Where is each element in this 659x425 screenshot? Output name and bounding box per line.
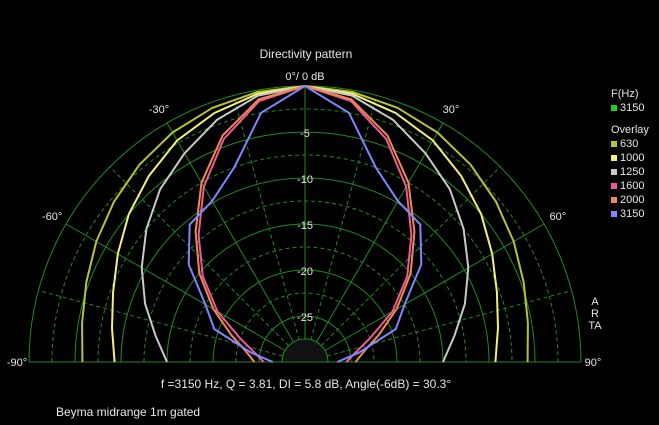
legend-current-3150: 3150: [611, 101, 649, 115]
angle-tick-label: -60°: [42, 211, 62, 223]
legend-overlay-630: 630: [611, 137, 649, 151]
angle-tick-label: -90°: [7, 357, 27, 369]
grid-center-cap: [281, 338, 329, 363]
legend-current-title: F(Hz): [611, 88, 639, 100]
legend-overlay-1250: 1250: [611, 165, 649, 179]
legend-label: 1600: [620, 180, 645, 192]
legend-overlay-3150: 3150: [611, 207, 649, 221]
legend-swatch: [611, 183, 617, 189]
angle-tick-label: 30°: [443, 104, 460, 116]
legend-swatch: [611, 155, 617, 161]
legend-swatch: [611, 169, 617, 175]
grid-spoke: [310, 95, 377, 340]
legend-current-list: 3150: [611, 101, 649, 115]
summary-line: f =3150 Hz, Q = 3.81, DI = 5.8 dB, Angle…: [160, 377, 452, 391]
legend-label: 1000: [620, 152, 645, 164]
radial-tick-label: -15: [297, 220, 313, 232]
radial-tick-label: -25: [297, 312, 313, 324]
legend-label: 2000: [620, 194, 645, 206]
legend-label: 3150: [620, 208, 645, 220]
angle-tick-label: -30°: [149, 104, 169, 116]
legend: F(Hz) 3150 Overlay 630 1000 1250 1600 2000 31…: [611, 87, 649, 221]
legend-swatch: [611, 105, 617, 111]
chart-title: Directivity pattern: [259, 47, 353, 61]
angle-tick-label: 60°: [550, 211, 567, 223]
legend-label: 3150: [620, 102, 645, 114]
legend-overlay-1600: 1600: [611, 179, 649, 193]
angle-tick-label: 90°: [585, 357, 602, 369]
legend-swatch: [611, 211, 617, 217]
grid-spoke: [65, 223, 286, 351]
legend-swatch: [611, 197, 617, 203]
grid-spoke: [316, 122, 444, 343]
grid-spoke: [324, 223, 545, 351]
radial-tick-label: 0°/ 0 dB: [285, 71, 324, 83]
legend-swatch: [611, 141, 617, 147]
legend-overlay-list: 630 1000 1250 1600 2000 3150: [611, 137, 649, 221]
grid-spoke: [166, 122, 294, 343]
chart-subtitle: Beyma midrange 1m gated: [56, 405, 201, 419]
polar-plot: 0°/ 0 dB -5 -10 -15 -20 -25 -90° -60° -30° 30° 60°…: [7, 71, 602, 369]
radial-tick-label: -20: [297, 266, 313, 278]
arta-watermark: ARTA: [588, 296, 602, 332]
legend-label: 1250: [620, 166, 645, 178]
grid-spoke: [233, 95, 300, 340]
radial-tick-label: -10: [297, 174, 313, 186]
legend-overlay-title: Overlay: [611, 124, 649, 136]
legend-overlay-2000: 2000: [611, 193, 649, 207]
legend-overlay-1000: 1000: [611, 151, 649, 165]
radial-tick-label: -5: [300, 128, 310, 140]
legend-label: 630: [620, 138, 639, 150]
